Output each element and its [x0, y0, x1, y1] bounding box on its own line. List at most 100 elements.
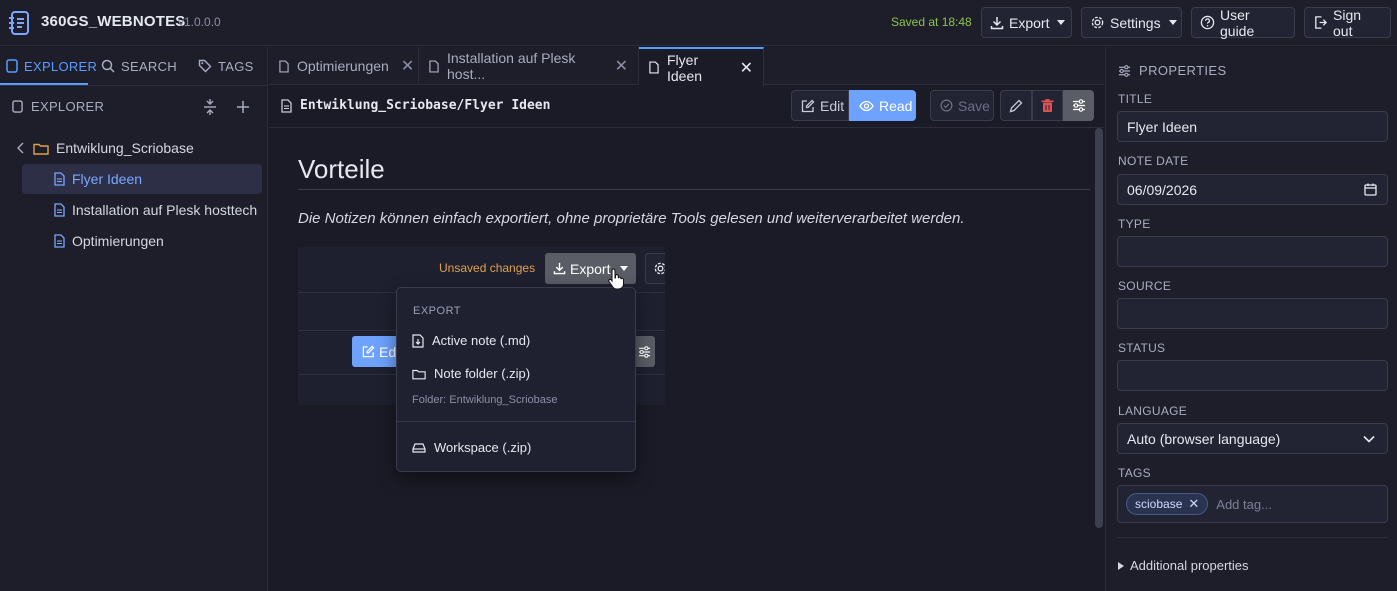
tab-label: Optimierungen — [297, 58, 389, 74]
sign-out-button[interactable]: Sign out — [1304, 7, 1391, 39]
chevron-down-icon — [1057, 20, 1066, 25]
tree-item-flyer-ideen[interactable]: Flyer Ideen — [22, 164, 262, 194]
note-path: Entwiklung_Scriobase/Flyer Ideen — [300, 98, 551, 113]
settings-button[interactable]: Settings — [1081, 7, 1182, 38]
save-button[interactable]: Save — [930, 90, 994, 121]
tree-item-label: Flyer Ideen — [72, 171, 143, 187]
gear-icon — [1090, 15, 1105, 30]
document-icon — [279, 59, 289, 73]
tab-label: Installation auf Plesk host... — [447, 50, 576, 82]
date-value: 06/09/2026 — [1127, 181, 1198, 198]
user-guide-button[interactable]: User guide — [1191, 6, 1295, 39]
title-input[interactable]: Flyer Ideen — [1117, 111, 1388, 142]
file-down-icon — [412, 333, 424, 348]
tab-optimierungen[interactable]: Optimierungen ✕ — [269, 47, 419, 85]
editor-scrollbar[interactable] — [1095, 128, 1103, 528]
download-icon — [553, 262, 566, 275]
edit-icon — [801, 99, 815, 113]
additional-properties-label: Additional properties — [1130, 558, 1249, 573]
properties-header: PROPERTIES — [1118, 63, 1227, 78]
editor-tab-bar: Optimierungen ✕ Installation auf Plesk h… — [269, 47, 1104, 86]
source-input[interactable] — [1117, 298, 1388, 329]
export-active-note-item[interactable]: Active note (.md) — [412, 333, 530, 348]
export-button[interactable]: Export — [981, 7, 1072, 38]
collapse-all-icon[interactable] — [203, 99, 217, 115]
tab-tags[interactable]: TAGS — [198, 47, 254, 85]
tab-explorer[interactable]: EXPLORER — [6, 47, 97, 85]
note-date-input[interactable]: 06/09/2026 — [1117, 174, 1388, 205]
edit-mode-button[interactable]: Edit — [791, 90, 849, 121]
type-input[interactable] — [1117, 236, 1388, 267]
download-icon — [990, 16, 1004, 30]
settings-label: Settings — [1110, 14, 1161, 31]
sliders-icon — [1072, 99, 1086, 112]
chevron-left-icon — [16, 142, 26, 154]
read-mode-button[interactable]: Read — [849, 90, 916, 121]
export-label: Export — [1009, 14, 1050, 31]
drive-icon — [412, 442, 426, 453]
additional-properties-toggle[interactable]: Additional properties — [1118, 558, 1249, 573]
tab-search-label: SEARCH — [121, 58, 177, 74]
left-sidebar: EXPLORER SEARCH TAGS EXPLORER Entwiklung… — [0, 47, 268, 591]
delete-button[interactable] — [1032, 90, 1063, 121]
explorer-title: EXPLORER — [31, 99, 105, 114]
tab-search[interactable]: SEARCH — [101, 47, 177, 85]
document-icon — [281, 99, 292, 113]
tree-item-optimierungen[interactable]: Optimierungen — [22, 226, 262, 256]
tags-input[interactable]: sciobase ✕ Add tag... — [1117, 485, 1388, 523]
language-label: LANGUAGE — [1118, 404, 1188, 418]
tab-label: Flyer Ideen — [667, 51, 703, 84]
tab-flyer-ideen[interactable]: Flyer Ideen ✕ — [639, 47, 764, 86]
chevron-down-icon — [1363, 435, 1375, 443]
properties-panel: PROPERTIES TITLE Flyer Ideen NOTE DATE 0… — [1105, 47, 1397, 591]
document-icon — [54, 172, 65, 186]
tree-item-label: Optimierungen — [72, 233, 164, 249]
properties-title: PROPERTIES — [1139, 63, 1227, 78]
status-input[interactable] — [1117, 360, 1388, 391]
close-icon[interactable]: ✕ — [615, 56, 628, 76]
chevron-down-icon — [1168, 20, 1177, 25]
save-label: Save — [958, 97, 990, 114]
path-bar: Entwiklung_Scriobase/Flyer Ideen Edit Re… — [269, 86, 1104, 128]
folder-hint: Folder: Entwiklung_Scriobase — [412, 394, 558, 406]
properties-toggle-button[interactable] — [1063, 90, 1094, 121]
close-icon[interactable]: ✕ — [401, 56, 414, 76]
pencil-button[interactable] — [1000, 90, 1032, 121]
explorer-header: EXPLORER — [12, 99, 104, 114]
unsaved-changes-label: Unsaved changes — [439, 261, 536, 275]
dropdown-header: EXPORT — [413, 305, 462, 317]
tree-item-installation[interactable]: Installation auf Plesk hosttech — [22, 195, 262, 225]
read-label: Read — [879, 97, 913, 114]
export-workspace-item[interactable]: Workspace (.zip) — [412, 440, 531, 455]
status-label: STATUS — [1118, 341, 1166, 355]
sliders-icon — [633, 336, 655, 367]
check-circle-icon — [940, 99, 953, 112]
title-label: TITLE — [1118, 92, 1153, 106]
tag-chip-label: sciobase — [1135, 497, 1183, 511]
edit-icon — [362, 345, 375, 358]
edit-label: Edit — [820, 97, 845, 114]
embedded-export-label: Export — [570, 260, 611, 277]
divider — [0, 85, 268, 86]
top-bar: 360GS_WEBNOTES v1.0.0.0 Saved at 18:48 E… — [0, 0, 1397, 46]
document-icon — [649, 61, 659, 74]
question-circle-icon — [1200, 15, 1215, 30]
close-icon[interactable]: ✕ — [1188, 496, 1199, 512]
app-name: 360GS_WEBNOTES — [41, 13, 186, 30]
menu-item-label: Workspace (.zip) — [434, 440, 532, 455]
tab-installation[interactable]: Installation auf Plesk host... ✕ — [419, 47, 639, 85]
add-icon[interactable] — [236, 99, 250, 115]
calendar-icon[interactable] — [1364, 183, 1377, 196]
content-paragraph: Die Notizen können einfach exportiert, o… — [298, 210, 965, 227]
close-icon[interactable]: ✕ — [740, 58, 753, 78]
tag-icon — [198, 59, 212, 73]
saved-status: Saved at 18:48 — [891, 15, 972, 29]
user-guide-label: User guide — [1220, 6, 1255, 39]
language-select[interactable]: Auto (browser language) — [1117, 423, 1388, 454]
folder-label: Entwiklung_Scriobase — [56, 140, 194, 156]
export-note-folder-item[interactable]: Note folder (.zip) — [412, 366, 530, 381]
divider — [1117, 537, 1388, 538]
menu-item-label: Note folder (.zip) — [434, 366, 531, 381]
file-icon — [12, 100, 23, 113]
tree-folder[interactable]: Entwiklung_Scriobase — [16, 133, 262, 163]
